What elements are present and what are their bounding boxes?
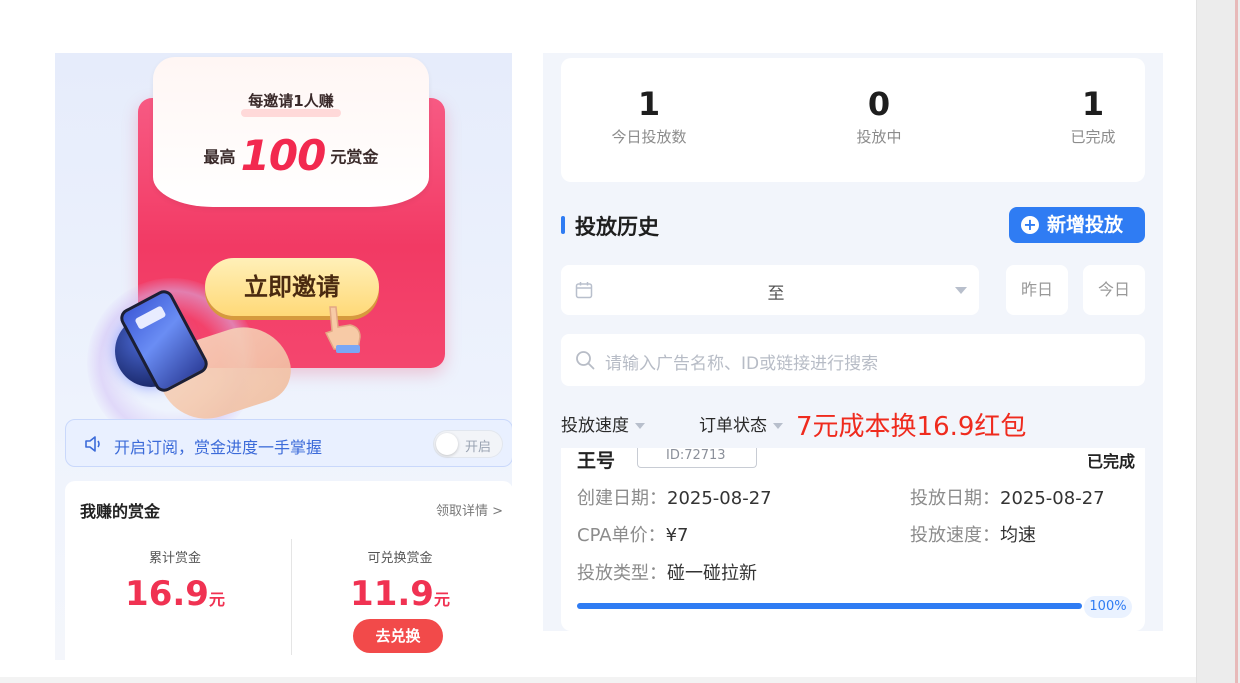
created-date-value: 2025-08-27 <box>667 488 772 509</box>
launch-type-label: 投放类型： <box>577 563 667 584</box>
invite-letter: 每邀请1人赚 最高 100 元赏金 <box>153 57 429 207</box>
total-earnings-label: 累计赏金 <box>148 551 201 566</box>
cpa-price-value: ¥7 <box>665 525 689 546</box>
redeemable-earnings-number: 11.9 <box>350 574 434 614</box>
chevron-down-icon <box>635 423 645 429</box>
stat-in-progress: 0 投放中 <box>799 84 959 147</box>
redeemable-earnings-label: 可兑换赏金 <box>367 551 433 566</box>
subscription-toggle[interactable]: 开启 <box>433 430 503 458</box>
reward-prefix: 最高 <box>203 147 236 167</box>
stat-value: 0 <box>867 85 891 123</box>
order-id-badge: ID:72713 <box>637 448 757 468</box>
stat-completed: 1 已完成 <box>1013 84 1173 147</box>
created-date-field: 创建日期：2025-08-27 <box>577 484 772 510</box>
redeemable-earnings-value: 11.9元 <box>290 574 510 614</box>
earnings-detail-link[interactable]: 领取详情 > <box>436 500 503 519</box>
cpa-price-label: CPA单价： <box>577 525 666 546</box>
search-icon <box>576 351 595 370</box>
stat-label: 已完成 <box>1070 128 1116 146</box>
total-earnings-value: 16.9元 <box>65 574 285 614</box>
order-status: 已完成 <box>1086 452 1135 471</box>
speed-filter-label: 投放速度 <box>561 416 629 436</box>
invite-headline: 每邀请1人赚 <box>248 92 334 110</box>
today-chip[interactable]: 今日 <box>1083 265 1145 315</box>
progress-fill <box>577 603 1082 609</box>
bottom-edge <box>0 677 1196 683</box>
phone-screen-chip <box>134 305 167 330</box>
total-earnings-unit: 元 <box>208 590 225 609</box>
overlay-caption: 7元成本换16.9红包 <box>796 412 1027 442</box>
add-launch-button[interactable]: + 新增投放 <box>1009 207 1145 243</box>
ad-dashboard-panel: 1 今日投放数 0 投放中 1 已完成 投放历史 + 新增投放 至 昨日 今日 … <box>543 53 1163 631</box>
subscription-bar: 开启订阅，赏金进度一手掌握 开启 <box>65 419 512 467</box>
launch-date-value: 2025-08-27 <box>1000 488 1105 509</box>
plus-circle-icon: + <box>1021 216 1039 234</box>
screenshot-canvas: 每邀请1人赚 最高 100 元赏金 支 立即邀请 开启订阅，赏金进度一手掌握 <box>0 0 1240 683</box>
cpa-price-field: CPA单价：¥7 <box>577 521 689 547</box>
date-separator: 至 <box>767 284 785 304</box>
yesterday-chip[interactable]: 昨日 <box>1006 265 1068 315</box>
stats-card: 1 今日投放数 0 投放中 1 已完成 <box>561 58 1145 182</box>
earnings-title: 我赚的赏金 <box>80 502 161 521</box>
pointing-hand-icon <box>324 306 361 353</box>
add-launch-label: 新增投放 <box>1047 214 1124 236</box>
history-title: 投放历史 <box>575 215 659 239</box>
subscription-text: 开启订阅，赏金进度一手掌握 <box>114 438 323 457</box>
status-filter-label: 订单状态 <box>699 416 767 436</box>
invite-panel: 每邀请1人赚 最高 100 元赏金 支 立即邀请 开启订阅，赏金进度一手掌握 <box>55 53 512 660</box>
chevron-down-icon <box>773 423 783 429</box>
created-date-label: 创建日期： <box>577 488 667 509</box>
total-earnings-number: 16.9 <box>125 574 209 614</box>
section-marker <box>561 216 565 234</box>
progress-percent: 100% <box>1084 596 1132 618</box>
reward-line: 最高 100 元赏金 <box>153 131 429 180</box>
ad-search-input[interactable]: 请输入广告名称、ID或链接进行搜索 <box>561 334 1145 386</box>
total-earnings: 累计赏金 16.9元 <box>65 547 285 614</box>
launch-date-field: 投放日期：2025-08-27 <box>910 484 1105 510</box>
redeem-button[interactable]: 去兑换 <box>353 619 443 653</box>
stat-today-launches: 1 今日投放数 <box>569 84 729 147</box>
stat-value: 1 <box>1081 85 1105 123</box>
launch-speed-field: 投放速度：均速 <box>910 521 1036 547</box>
order-name: 王号 <box>577 450 616 472</box>
launch-speed-label: 投放速度： <box>910 525 1000 546</box>
chevron-down-icon <box>955 287 967 294</box>
speaker-icon <box>85 436 100 452</box>
toggle-label: 开启 <box>465 440 492 455</box>
stat-label: 投放中 <box>856 128 902 146</box>
redeemable-earnings: 可兑换赏金 11.9元 <box>290 547 510 614</box>
speed-filter[interactable]: 投放速度 <box>561 411 645 436</box>
window-edge <box>1196 0 1240 683</box>
progress-bar <box>577 603 1082 609</box>
stat-label: 今日投放数 <box>611 128 687 146</box>
launch-speed-value: 均速 <box>1000 525 1036 546</box>
earnings-card: 我赚的赏金 领取详情 > 累计赏金 16.9元 可兑换赏金 11.9元 去兑换 <box>65 481 512 660</box>
launch-type-value: 碰一碰拉新 <box>667 563 757 584</box>
search-placeholder: 请输入广告名称、ID或链接进行搜索 <box>605 354 879 374</box>
launch-date-label: 投放日期： <box>910 488 1000 509</box>
stat-value: 1 <box>637 85 661 123</box>
status-filter[interactable]: 订单状态 <box>699 411 783 436</box>
reward-suffix: 元赏金 <box>330 147 379 167</box>
date-range-picker[interactable]: 至 <box>561 265 979 315</box>
redeemable-earnings-unit: 元 <box>433 590 450 609</box>
launch-type-field: 投放类型：碰一碰拉新 <box>577 559 757 585</box>
toggle-knob <box>436 433 458 455</box>
order-card[interactable]: 王号 ID:72713 已完成 创建日期：2025-08-27 投放日期：202… <box>561 448 1145 631</box>
reward-amount: 100 <box>240 131 327 180</box>
